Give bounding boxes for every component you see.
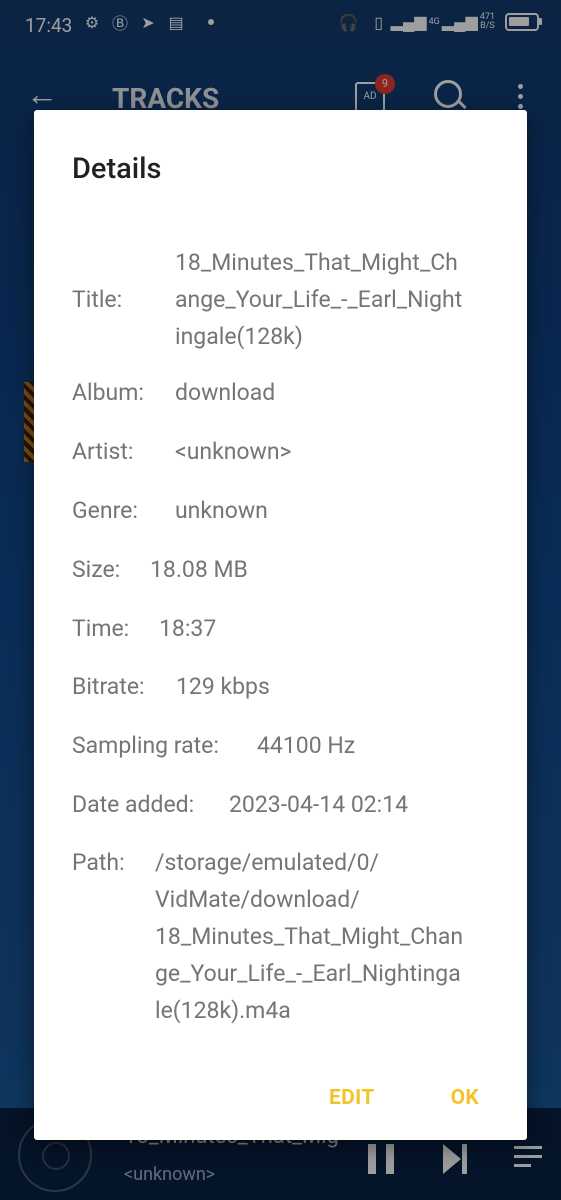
detail-label: Path: — [72, 849, 125, 876]
detail-value: 129 kbps — [176, 673, 270, 700]
details-dialog: Details Title: 18_Minutes_That_Might_Ch … — [34, 110, 527, 1140]
edit-button[interactable]: EDIT — [329, 1086, 375, 1110]
detail-value: download — [175, 379, 276, 406]
detail-value: 44100 Hz — [257, 732, 356, 759]
detail-value: 18.08 MB — [150, 556, 248, 583]
ok-button[interactable]: OK — [451, 1086, 479, 1110]
detail-label: Size: — [72, 556, 121, 583]
detail-row-path: Path: /storage/emulated/0/ VidMate/downl… — [72, 844, 512, 1034]
detail-label: Album: — [72, 379, 144, 406]
detail-value: 18_Minutes_That_Might_Ch ange_Your_Life_… — [175, 249, 463, 350]
detail-label: Date added: — [72, 791, 195, 818]
detail-value: unknown — [175, 497, 268, 524]
detail-value: /storage/emulated/0/ VidMate/download/ 1… — [155, 849, 464, 1024]
detail-row-title: Title: 18_Minutes_That_Might_Ch ange_You… — [72, 244, 492, 355]
dialog-title: Details — [72, 152, 162, 186]
detail-value: 2023-04-14 02:14 — [229, 791, 409, 818]
detail-label: Bitrate: — [72, 673, 145, 700]
detail-label: Genre: — [72, 497, 138, 524]
detail-label: Title: — [72, 286, 123, 313]
detail-value: <unknown> — [175, 438, 292, 465]
dialog-actions: EDIT OK — [329, 1086, 479, 1110]
detail-value: 18:37 — [159, 615, 217, 642]
detail-label: Time: — [72, 615, 130, 642]
detail-label: Artist: — [72, 438, 134, 465]
detail-label: Sampling rate: — [72, 732, 219, 759]
